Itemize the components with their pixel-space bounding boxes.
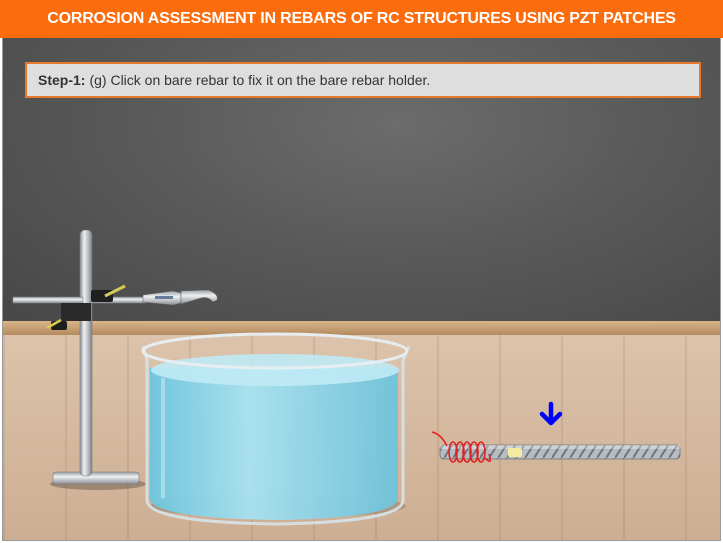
- clamp-knob-right: [91, 290, 113, 302]
- water-surface: [151, 354, 399, 386]
- pzt-patch: [508, 448, 522, 457]
- page-title: CORROSION ASSESSMENT IN REBARS OF RC STR…: [0, 0, 723, 38]
- rebar-holder-jaw[interactable]: [180, 289, 218, 305]
- simulation-stage: CORROSION ASSESSMENT IN REBARS OF RC STR…: [0, 0, 723, 543]
- gripper-label: [155, 296, 173, 299]
- boss-clamp: [61, 303, 91, 321]
- holder-arm: [12, 296, 84, 304]
- lab-scene: Step-1: (g) Click on bare rebar to fix i…: [2, 38, 721, 541]
- apparatus-layer: [12, 229, 681, 526]
- bare-rebar[interactable]: [431, 431, 681, 463]
- water: [150, 368, 398, 520]
- stand-rod: [79, 229, 93, 477]
- down-arrow-icon: [539, 401, 563, 426]
- stand-base: [52, 471, 140, 485]
- water-beaker: [141, 332, 411, 526]
- rebar-shine: [440, 445, 680, 449]
